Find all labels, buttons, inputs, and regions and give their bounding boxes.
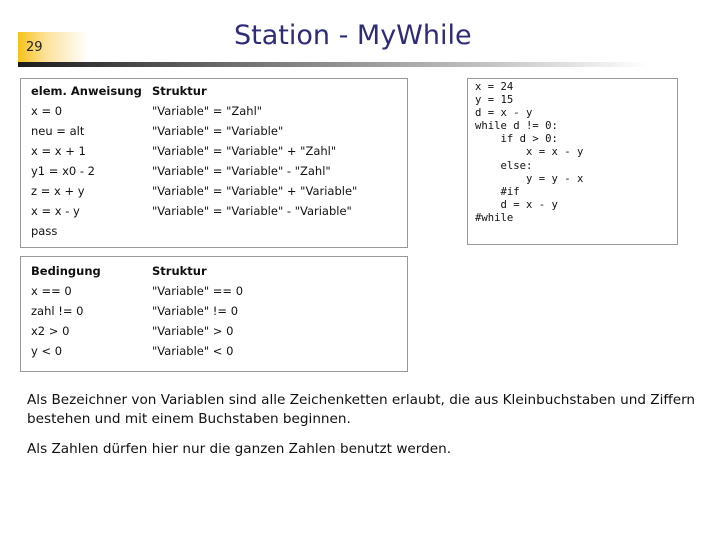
condition-cell: x == 0 bbox=[31, 284, 72, 298]
structure-cell: "Variable" == 0 bbox=[152, 284, 244, 298]
structure-cell: "Variable" > 0 bbox=[152, 324, 234, 338]
condition-cell: x2 > 0 bbox=[31, 324, 70, 338]
structure-cell: "Variable" = "Variable" - "Zahl" bbox=[152, 164, 331, 178]
header-structure: Struktur bbox=[152, 264, 207, 278]
statement-cell: x = x + 1 bbox=[31, 144, 86, 158]
header-structure: Struktur bbox=[152, 84, 207, 98]
statement-cell: pass bbox=[31, 224, 58, 238]
number-rule-paragraph: Als Zahlen dürfen hier nur die ganzen Za… bbox=[27, 441, 452, 457]
structure-cell: "Variable" = "Zahl" bbox=[152, 104, 263, 118]
statement-cell: neu = alt bbox=[31, 124, 85, 138]
statement-cell: x = 0 bbox=[31, 104, 63, 118]
conditions-table: Bedingung Struktur x == 0 "Variable" == … bbox=[20, 256, 408, 372]
code-example-box: x = 24 y = 15 d = x - y while d != 0: if… bbox=[467, 78, 678, 245]
statement-cell: z = x + y bbox=[31, 184, 85, 198]
statement-cell: y1 = x0 - 2 bbox=[31, 164, 95, 178]
title-divider bbox=[18, 62, 648, 67]
structure-cell: "Variable" = "Variable" bbox=[152, 124, 284, 138]
code-example: x = 24 y = 15 d = x - y while d != 0: if… bbox=[475, 81, 584, 224]
slide-title: Station - MyWhile bbox=[234, 20, 472, 51]
condition-cell: y < 0 bbox=[31, 344, 63, 358]
statements-table: elem. Anweisung Struktur x = 0 "Variable… bbox=[20, 78, 408, 248]
structure-cell: "Variable" = "Variable" + "Zahl" bbox=[152, 144, 337, 158]
slide-number: 29 bbox=[26, 40, 43, 55]
condition-cell: zahl != 0 bbox=[31, 304, 84, 318]
structure-cell: "Variable" < 0 bbox=[152, 344, 234, 358]
structure-cell: "Variable" = "Variable" + "Variable" bbox=[152, 184, 358, 198]
structure-cell: "Variable" = "Variable" - "Variable" bbox=[152, 204, 352, 218]
header-statement: elem. Anweisung bbox=[31, 84, 142, 98]
structure-cell: "Variable" != 0 bbox=[152, 304, 239, 318]
header-condition: Bedingung bbox=[31, 264, 101, 278]
statement-cell: x = x - y bbox=[31, 204, 80, 218]
identifier-rule-paragraph: Als Bezeichner von Variablen sind alle Z… bbox=[27, 392, 696, 427]
